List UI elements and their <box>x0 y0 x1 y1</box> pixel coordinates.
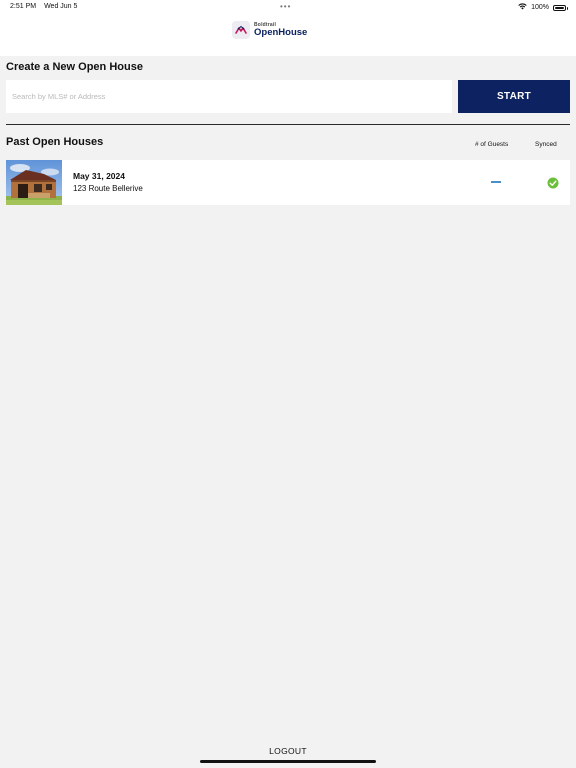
wifi-icon <box>518 3 527 12</box>
battery-icon <box>553 4 568 11</box>
status-date: Wed Jun 5 <box>44 3 78 10</box>
boldtrail-logo-icon <box>232 21 250 39</box>
guests-count-empty <box>491 181 501 183</box>
start-button[interactable]: START <box>458 80 570 113</box>
column-header-guests: # of Guests <box>475 141 509 148</box>
open-house-date: May 31, 2024 <box>73 171 125 181</box>
battery-percent: 100% <box>531 4 549 11</box>
logo-product: OpenHouse <box>254 26 308 38</box>
synced-check-icon <box>547 176 559 189</box>
create-section-title: Create a New Open House <box>6 61 143 73</box>
past-section-title: Past Open Houses <box>6 136 104 148</box>
status-time: 2:51 PM <box>10 3 37 10</box>
house-thumbnail <box>6 160 62 205</box>
open-house-row[interactable]: May 31, 2024 123 Route Bellerive <box>6 160 570 205</box>
multitasking-dots[interactable]: ••• <box>280 2 291 11</box>
app-logo: Boldtrail OpenHouse <box>232 21 307 39</box>
home-indicator[interactable] <box>200 760 376 763</box>
logout-button[interactable]: LOGOUT <box>248 744 328 758</box>
status-bar: 2:51 PM Wed Jun 5 ••• 100% <box>0 0 576 16</box>
column-header-synced: Synced <box>535 141 557 148</box>
section-divider <box>6 124 570 125</box>
open-house-address: 123 Route Bellerive <box>73 184 143 193</box>
search-input[interactable] <box>6 80 452 113</box>
